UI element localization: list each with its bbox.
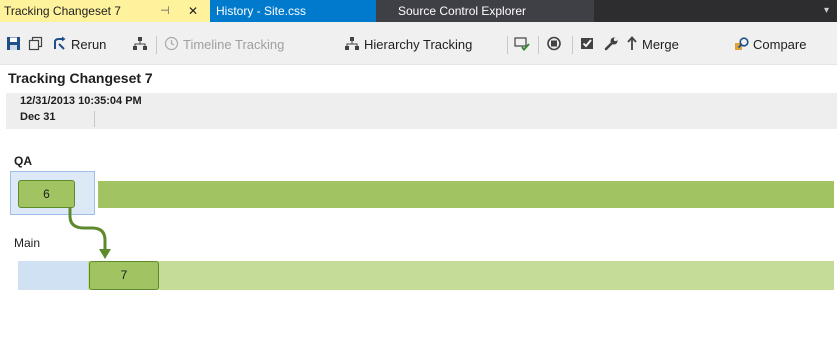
merge-connector-arrow bbox=[68, 208, 111, 259]
